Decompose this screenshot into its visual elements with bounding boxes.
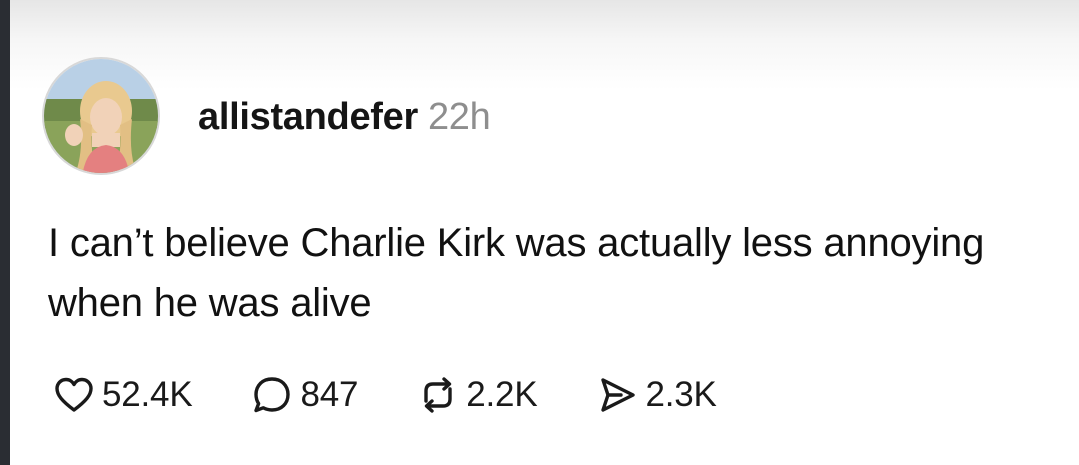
repost-count: 2.2K (466, 375, 538, 414)
share-button[interactable]: 2.3K (595, 373, 717, 417)
repost-button[interactable]: 2.2K (416, 373, 538, 417)
reply-count: 847 (300, 375, 359, 414)
send-icon (595, 373, 639, 417)
like-count: 52.4K (102, 375, 193, 414)
comment-icon (250, 373, 294, 417)
timestamp: 22h (427, 96, 491, 138)
like-button[interactable]: 52.4K (52, 373, 193, 417)
heart-icon (52, 373, 96, 417)
share-count: 2.3K (645, 375, 717, 414)
username[interactable]: allistandefer (198, 96, 418, 139)
reply-button[interactable]: 847 (250, 373, 358, 417)
action-bar: 52.4K 847 2.2K 2.3K (52, 370, 775, 420)
post-card: allistandefer 22h I can’t believe Charli… (10, 0, 1079, 465)
avatar[interactable] (42, 57, 160, 175)
avatar-image (44, 59, 158, 173)
post-text: I can’t believe Charlie Kirk was actuall… (48, 221, 985, 325)
post-header: allistandefer 22h (198, 96, 491, 144)
repost-icon (416, 373, 460, 417)
